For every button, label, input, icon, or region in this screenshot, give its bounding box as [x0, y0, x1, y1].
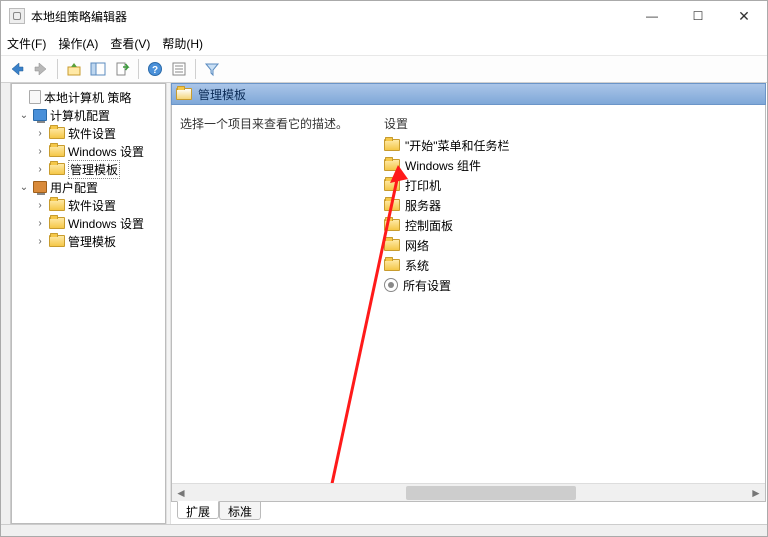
tree-admin-templates[interactable]: › 管理模板	[12, 160, 165, 178]
gear-icon	[384, 278, 398, 292]
policy-icon	[29, 90, 41, 104]
scroll-thumb[interactable]	[406, 486, 576, 500]
scroll-left-icon[interactable]: ◄	[172, 484, 190, 501]
maximize-button[interactable]: ☐	[675, 1, 721, 31]
folder-icon	[384, 219, 400, 231]
chevron-right-icon[interactable]: ›	[34, 128, 46, 139]
folder-icon	[384, 259, 400, 271]
tree-windows-settings[interactable]: › Windows 设置	[12, 142, 165, 160]
horizontal-scrollbar[interactable]: ◄ ►	[172, 483, 765, 501]
chevron-right-icon[interactable]: ›	[34, 146, 46, 157]
menu-view[interactable]: 查看(V)	[110, 35, 150, 52]
content-header: 管理模板	[171, 83, 766, 105]
folder-icon	[384, 239, 400, 251]
folder-icon	[384, 179, 400, 191]
item-start-menu[interactable]: "开始"菜单和任务栏	[384, 135, 510, 155]
item-printers[interactable]: 打印机	[384, 175, 510, 195]
up-button[interactable]	[63, 58, 85, 80]
toolbar: ?	[1, 55, 767, 83]
status-bar	[1, 524, 767, 536]
help-button[interactable]: ?	[144, 58, 166, 80]
tree-software-settings[interactable]: › 软件设置	[12, 124, 165, 142]
svg-text:?: ?	[152, 65, 158, 76]
item-windows-components[interactable]: Windows 组件	[384, 155, 510, 175]
forward-button[interactable]	[30, 58, 52, 80]
scroll-track[interactable]	[406, 484, 747, 501]
description-text: 选择一个项目来查看它的描述。	[180, 115, 348, 132]
main-window: 本地组策略编辑器 — ☐ ✕ 文件(F) 操作(A) 查看(V) 帮助(H)	[0, 0, 768, 537]
filter-button[interactable]	[201, 58, 223, 80]
tree-user-config[interactable]: ⌄ 用户配置	[12, 178, 165, 196]
tree-user-software[interactable]: › 软件设置	[12, 196, 165, 214]
tree-panel: 本地计算机 策略 ⌄ 计算机配置 › 软件设置 › Windows 设置 › 管…	[11, 83, 166, 524]
item-control-panel[interactable]: 控制面板	[384, 215, 510, 235]
scroll-right-icon[interactable]: ►	[747, 484, 765, 501]
tree-computer-config[interactable]: ⌄ 计算机配置	[12, 106, 165, 124]
folder-icon	[176, 88, 192, 100]
minimize-button[interactable]: —	[629, 1, 675, 31]
folder-icon	[49, 163, 65, 175]
item-network[interactable]: 网络	[384, 235, 510, 255]
export-button[interactable]	[111, 58, 133, 80]
header-title: 管理模板	[198, 86, 246, 103]
items-list: "开始"菜单和任务栏 Windows 组件 打印机 服务器 控制面板 网络 系统…	[384, 135, 510, 295]
back-button[interactable]	[6, 58, 28, 80]
folder-icon	[49, 199, 65, 211]
app-icon	[9, 8, 25, 24]
user-icon	[33, 181, 47, 193]
tree-root[interactable]: 本地计算机 策略	[12, 88, 165, 106]
folder-icon	[49, 145, 65, 157]
menu-action[interactable]: 操作(A)	[58, 35, 98, 52]
detail-pane: 选择一个项目来查看它的描述。 设置 "开始"菜单和任务栏 Windows 组件 …	[171, 105, 766, 502]
folder-icon	[384, 199, 400, 211]
item-all-settings[interactable]: 所有设置	[384, 275, 510, 295]
menubar: 文件(F) 操作(A) 查看(V) 帮助(H)	[1, 31, 767, 55]
chevron-right-icon[interactable]: ›	[34, 218, 46, 229]
folder-icon	[49, 127, 65, 139]
folder-icon	[49, 217, 65, 229]
titlebar: 本地组策略编辑器 — ☐ ✕	[1, 1, 767, 31]
folder-icon	[384, 139, 400, 151]
close-button[interactable]: ✕	[721, 1, 767, 31]
tab-strip: 扩展 标准	[171, 502, 766, 524]
show-hide-tree-button[interactable]	[87, 58, 109, 80]
chevron-right-icon[interactable]: ›	[34, 200, 46, 211]
left-margin	[1, 83, 11, 524]
tree-user-admin[interactable]: › 管理模板	[12, 232, 165, 250]
menu-file[interactable]: 文件(F)	[7, 35, 46, 52]
chevron-down-icon[interactable]: ⌄	[18, 110, 30, 121]
chevron-down-icon[interactable]: ⌄	[18, 182, 30, 193]
menu-help[interactable]: 帮助(H)	[162, 35, 203, 52]
column-header-settings[interactable]: 设置	[384, 115, 408, 132]
tab-standard[interactable]: 标准	[219, 502, 261, 520]
item-system[interactable]: 系统	[384, 255, 510, 275]
chevron-right-icon[interactable]: ›	[34, 236, 46, 247]
folder-icon	[49, 235, 65, 247]
tab-extended[interactable]: 扩展	[177, 501, 219, 519]
folder-icon	[384, 159, 400, 171]
chevron-right-icon[interactable]: ›	[34, 164, 46, 175]
item-server[interactable]: 服务器	[384, 195, 510, 215]
window-title: 本地组策略编辑器	[31, 8, 127, 25]
properties-button[interactable]	[168, 58, 190, 80]
computer-icon	[33, 109, 47, 121]
tree-user-windows[interactable]: › Windows 设置	[12, 214, 165, 232]
